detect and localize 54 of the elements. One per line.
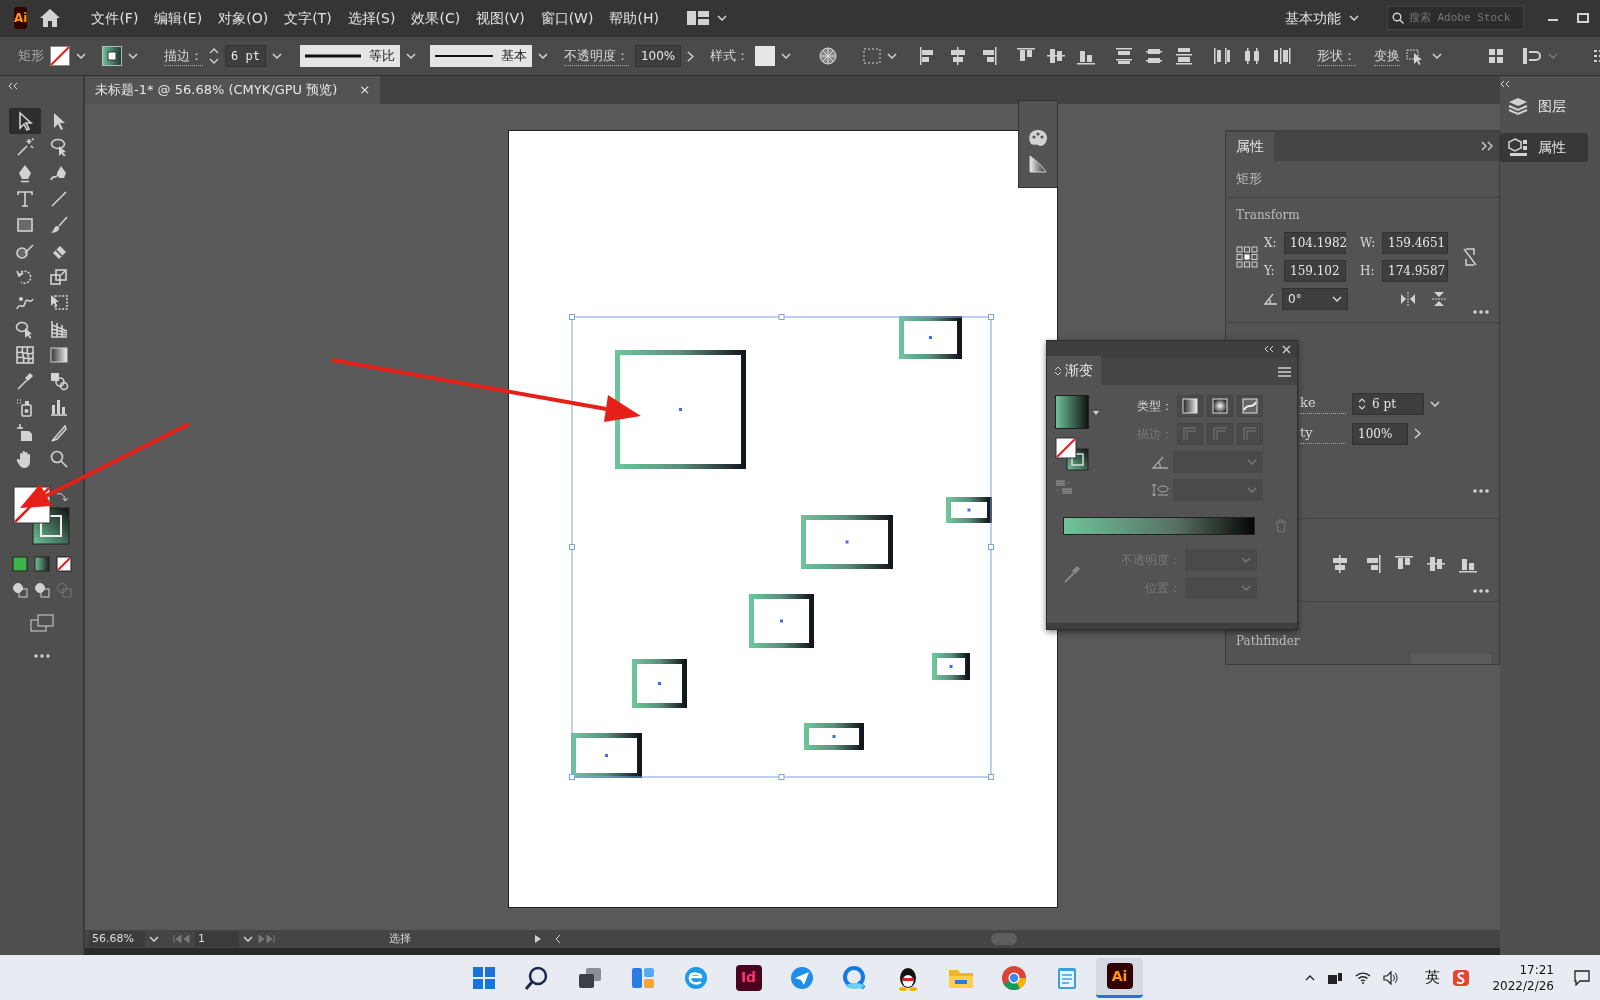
properties-panel-button[interactable]: 属性	[1500, 133, 1588, 162]
section-heading: Transform	[1236, 206, 1301, 224]
field-label: Y:	[1264, 262, 1276, 280]
document-tab[interactable]: 未标题-1* @ 56.68% (CMYK/GPU 预览) ×	[85, 76, 381, 104]
menu-item[interactable]: 帮助(H)	[601, 7, 667, 29]
input-language-indicator[interactable]: 英	[1425, 966, 1441, 989]
menu-item[interactable]: 视图(V)	[468, 7, 533, 29]
app-icon: Id	[735, 964, 762, 991]
clock[interactable]: 17:21 2022/2/26	[1492, 961, 1554, 994]
status-text: 选择	[389, 930, 411, 947]
app-logo: Ai	[14, 7, 28, 29]
transform-field[interactable]: 159.4651	[1382, 231, 1448, 254]
menu-item[interactable]: 选择(S)	[339, 7, 404, 29]
taskbar-app[interactable]: Id	[725, 957, 772, 998]
field-label: W:	[1360, 234, 1377, 252]
object-type-label: 矩形	[18, 47, 44, 66]
style-label: 样式：	[710, 47, 750, 66]
search-field[interactable]: 搜索 Adobe Stock	[1386, 6, 1524, 30]
menu-item[interactable]: 编辑(E)	[146, 7, 211, 29]
stroke-weight-field[interactable]: 6 pt	[1352, 392, 1424, 415]
taskbar-app[interactable]: Ai	[1096, 957, 1143, 998]
transform-field[interactable]: 174.9587	[1382, 259, 1448, 282]
zoom-field[interactable]: 56.68%	[89, 931, 145, 947]
menu-item[interactable]: 窗口(W)	[532, 7, 602, 29]
gradient-tab[interactable]: 渐变	[1047, 356, 1101, 385]
object-type-label: 矩形	[1236, 171, 1262, 186]
field-label: 类型：	[1136, 398, 1173, 415]
opacity-field[interactable]: 100%	[1352, 422, 1408, 445]
stroke-label[interactable]: 描边：	[164, 45, 203, 67]
brush-dropdown[interactable]: 基本	[429, 45, 532, 67]
stroke-profile-dropdown[interactable]: 等比	[299, 45, 400, 67]
properties-tab[interactable]: 属性	[1226, 132, 1274, 161]
artboard-number-field[interactable]: 1	[195, 931, 239, 947]
menu-item[interactable]: 文字(T)	[276, 7, 340, 29]
field-label[interactable]: ty	[1300, 423, 1346, 444]
opacity-label[interactable]: 不透明度：	[563, 45, 629, 67]
workspace-menu[interactable]: 基本功能	[1276, 7, 1349, 29]
menu-item[interactable]: 效果(C)	[403, 7, 469, 29]
shape-label[interactable]: 形状：	[1317, 45, 1357, 67]
layers-panel-button[interactable]: 图层	[1500, 92, 1588, 121]
app-icon: Ai	[1106, 963, 1133, 989]
field-label[interactable]: ke	[1300, 393, 1346, 414]
transform-label[interactable]: 变换	[1374, 45, 1401, 67]
transform-field[interactable]: 159.102	[1284, 259, 1346, 282]
stroke-weight-field[interactable]: 6 pt	[225, 45, 266, 67]
tab-close-button[interactable]: ×	[359, 80, 371, 100]
transform-field[interactable]: 104.1982	[1284, 231, 1346, 254]
opacity-field[interactable]: 100%	[634, 45, 682, 67]
section-heading: Pathfinder	[1236, 632, 1301, 650]
field-label: H:	[1360, 262, 1376, 280]
rotation-angle-field[interactable]: 0°	[1282, 287, 1348, 310]
field-label: X:	[1264, 234, 1278, 252]
menu-item[interactable]: 对象(O)	[210, 7, 277, 29]
menu-item[interactable]: 文件(F)	[83, 7, 147, 29]
